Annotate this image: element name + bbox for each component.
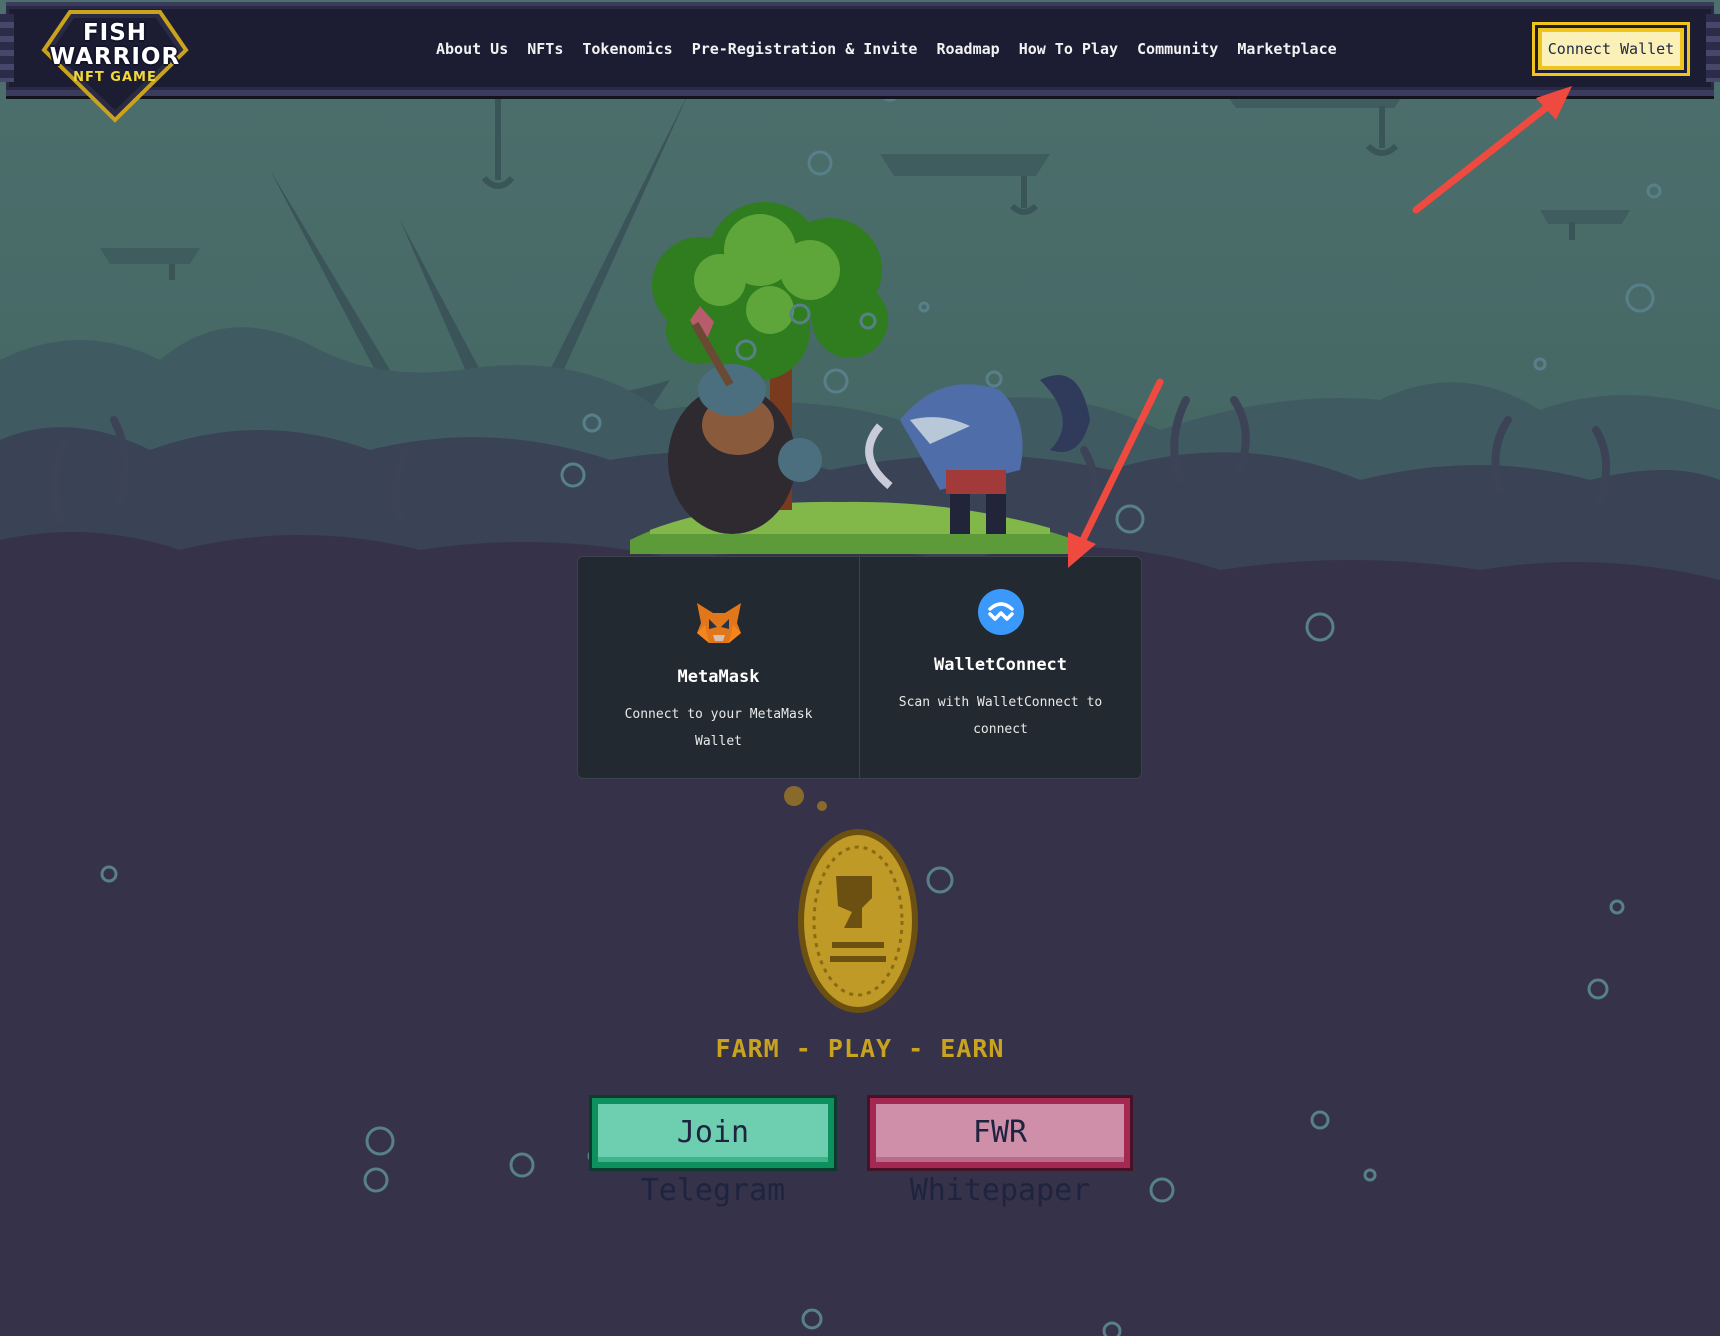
main-nav: About Us NFTs Tokenomics Pre-Registratio… [436, 40, 1337, 64]
tagline-farm-play-earn: FARM - PLAY - EARN [715, 1034, 1005, 1063]
whitepaper-button[interactable]: FWR Whitepaper [870, 1098, 1130, 1208]
nav-pre-registration[interactable]: Pre-Registration & Invite [692, 40, 918, 64]
nav-roadmap[interactable]: Roadmap [936, 40, 999, 64]
metamask-fox-icon [696, 603, 741, 643]
walletconnect-icon [977, 589, 1024, 635]
fwr-coin-image [798, 829, 918, 1013]
logo-text-warrior: WARRIOR [49, 44, 181, 70]
metamask-title: MetaMask [677, 667, 760, 687]
nav-community[interactable]: Community [1137, 40, 1218, 64]
join-telegram-button[interactable]: Join Telegram [592, 1098, 834, 1208]
top-navigation-bar: About Us NFTs Tokenomics Pre-Registratio… [0, 2, 1720, 96]
logo-text-subtitle: NFT GAME [73, 70, 157, 85]
walletconnect-option[interactable]: WalletConnect Scan with WalletConnect to… [859, 557, 1141, 778]
nav-tokenomics[interactable]: Tokenomics [582, 40, 672, 64]
nav-how-to-play[interactable]: How To Play [1019, 40, 1118, 64]
site-logo[interactable]: FISH WARRIOR NFT GAME [40, 6, 190, 124]
nav-marketplace[interactable]: Marketplace [1237, 40, 1336, 64]
metamask-description: Connect to your MetaMask Wallet [624, 707, 813, 749]
walletconnect-title: WalletConnect [933, 655, 1068, 675]
nav-nfts[interactable]: NFTs [527, 40, 563, 64]
connect-wallet-button[interactable]: Connect Wallet [1538, 28, 1684, 70]
wallet-select-modal: MetaMask Connect to your MetaMask Wallet… [577, 556, 1142, 779]
logo-text-fish: FISH [82, 20, 148, 46]
walletconnect-description: Scan with WalletConnect to connect [898, 695, 1103, 737]
metamask-option[interactable]: MetaMask Connect to your MetaMask Wallet [578, 557, 859, 778]
nav-about-us[interactable]: About Us [436, 40, 508, 64]
